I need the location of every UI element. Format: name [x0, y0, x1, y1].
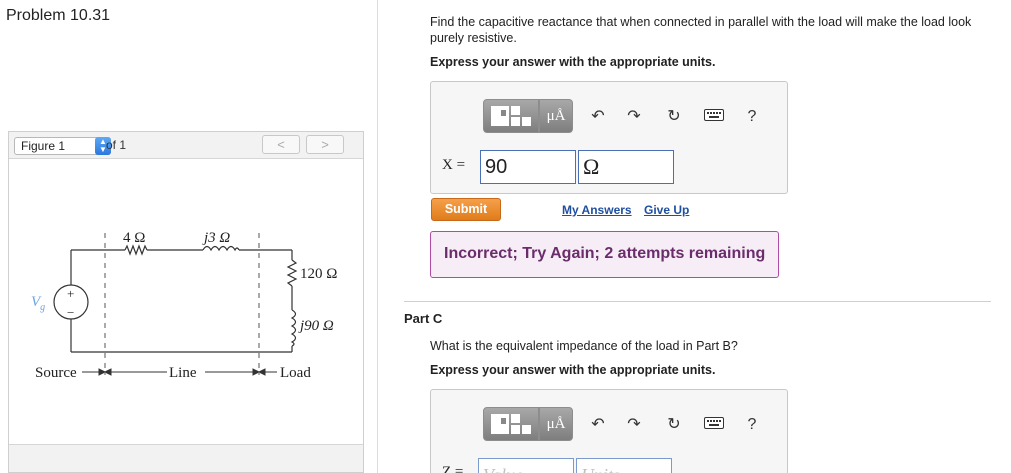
units-icon: μÅ	[546, 416, 566, 432]
figure-prev-button[interactable]: <	[262, 135, 300, 154]
keyboard-icon[interactable]	[701, 414, 727, 436]
chevron-left-icon: <	[277, 137, 285, 152]
arrow-load-head	[257, 368, 266, 376]
source-label: Vg	[31, 294, 45, 313]
line-resistor	[124, 244, 148, 256]
figure-select-value: Figure 1	[21, 139, 66, 153]
figure-footer	[9, 444, 363, 472]
part-divider	[404, 301, 991, 302]
arrow-line-left-head	[103, 368, 112, 376]
part-b-units-input[interactable]: Ω	[578, 150, 674, 184]
left-pane: Problem 10.31 Figure 1 ▲ ▼ of 1 < > + − …	[0, 0, 378, 473]
part-c-label[interactable]: Part C	[404, 311, 442, 326]
units-icon: μÅ	[546, 108, 566, 124]
reset-icon[interactable]: ↻	[663, 414, 685, 436]
figure-next-button[interactable]: >	[306, 135, 344, 154]
templates-icon	[491, 106, 531, 126]
part-c-variable-label: Z =	[442, 464, 464, 473]
line-reactance-label: j3 Ω	[202, 230, 230, 246]
part-b-value-input[interactable]: 90	[480, 150, 576, 184]
section-line-label: Line	[169, 365, 197, 381]
part-b-variable-label: X =	[442, 157, 466, 173]
feedback-message: Incorrect; Try Again; 2 attempts remaini…	[430, 231, 779, 278]
problem-title: Problem 10.31	[6, 7, 111, 24]
give-up-link[interactable]: Give Up	[644, 203, 689, 217]
source-minus: −	[67, 305, 74, 320]
help-icon[interactable]: ?	[741, 414, 763, 436]
load-resistor	[286, 259, 298, 287]
figure-select[interactable]: Figure 1 ▲ ▼	[14, 137, 111, 155]
source-plus: +	[67, 286, 74, 301]
part-b-express: Express your answer with the appropriate…	[430, 55, 716, 69]
units-button-c[interactable]: μÅ	[539, 407, 573, 441]
redo-icon[interactable]: ↷	[623, 414, 645, 436]
line-resistance-label: 4 Ω	[123, 230, 145, 246]
chevron-right-icon: >	[321, 137, 329, 152]
reset-icon[interactable]: ↻	[663, 106, 685, 128]
figure-panel: Figure 1 ▲ ▼ of 1 < > + − Vg 4 Ω j3 Ω 12…	[8, 131, 364, 473]
load-reactance-label: j90 Ω	[298, 318, 334, 334]
circuit-figure: + − Vg 4 Ω j3 Ω 120 Ω j90 Ω Source Line …	[9, 160, 363, 444]
part-c-units-input[interactable]: Units	[576, 458, 672, 473]
undo-icon[interactable]: ↶	[587, 414, 609, 436]
templates-button[interactable]	[483, 99, 539, 133]
figure-toolbar: Figure 1 ▲ ▼ of 1 < >	[9, 132, 363, 159]
line-inductor	[202, 245, 240, 252]
load-resistance-label: 120 Ω	[300, 266, 337, 282]
part-c-value-input[interactable]: Value	[478, 458, 574, 473]
source-label-sub: g	[40, 302, 45, 313]
templates-icon	[491, 414, 531, 434]
my-answers-link[interactable]: My Answers	[562, 203, 632, 217]
circuit-diagram: + − Vg 4 Ω j3 Ω 120 Ω j90 Ω Source Line …	[31, 230, 337, 381]
units-button[interactable]: μÅ	[539, 99, 573, 133]
figure-count-label: of 1	[106, 138, 127, 152]
help-icon[interactable]: ?	[741, 106, 763, 128]
part-c-question: What is the equivalent impedance of the …	[430, 339, 738, 353]
load-inductor	[290, 309, 297, 347]
undo-icon[interactable]: ↶	[587, 106, 609, 128]
section-source-label: Source	[35, 365, 77, 381]
keyboard-icon[interactable]	[701, 106, 727, 128]
templates-button-c[interactable]	[483, 407, 539, 441]
submit-button[interactable]: Submit	[431, 198, 501, 221]
section-load-label: Load	[280, 365, 311, 381]
part-b-question: Find the capacitive reactance that when …	[430, 15, 972, 45]
part-c-express: Express your answer with the appropriate…	[430, 363, 716, 377]
redo-icon[interactable]: ↷	[623, 106, 645, 128]
